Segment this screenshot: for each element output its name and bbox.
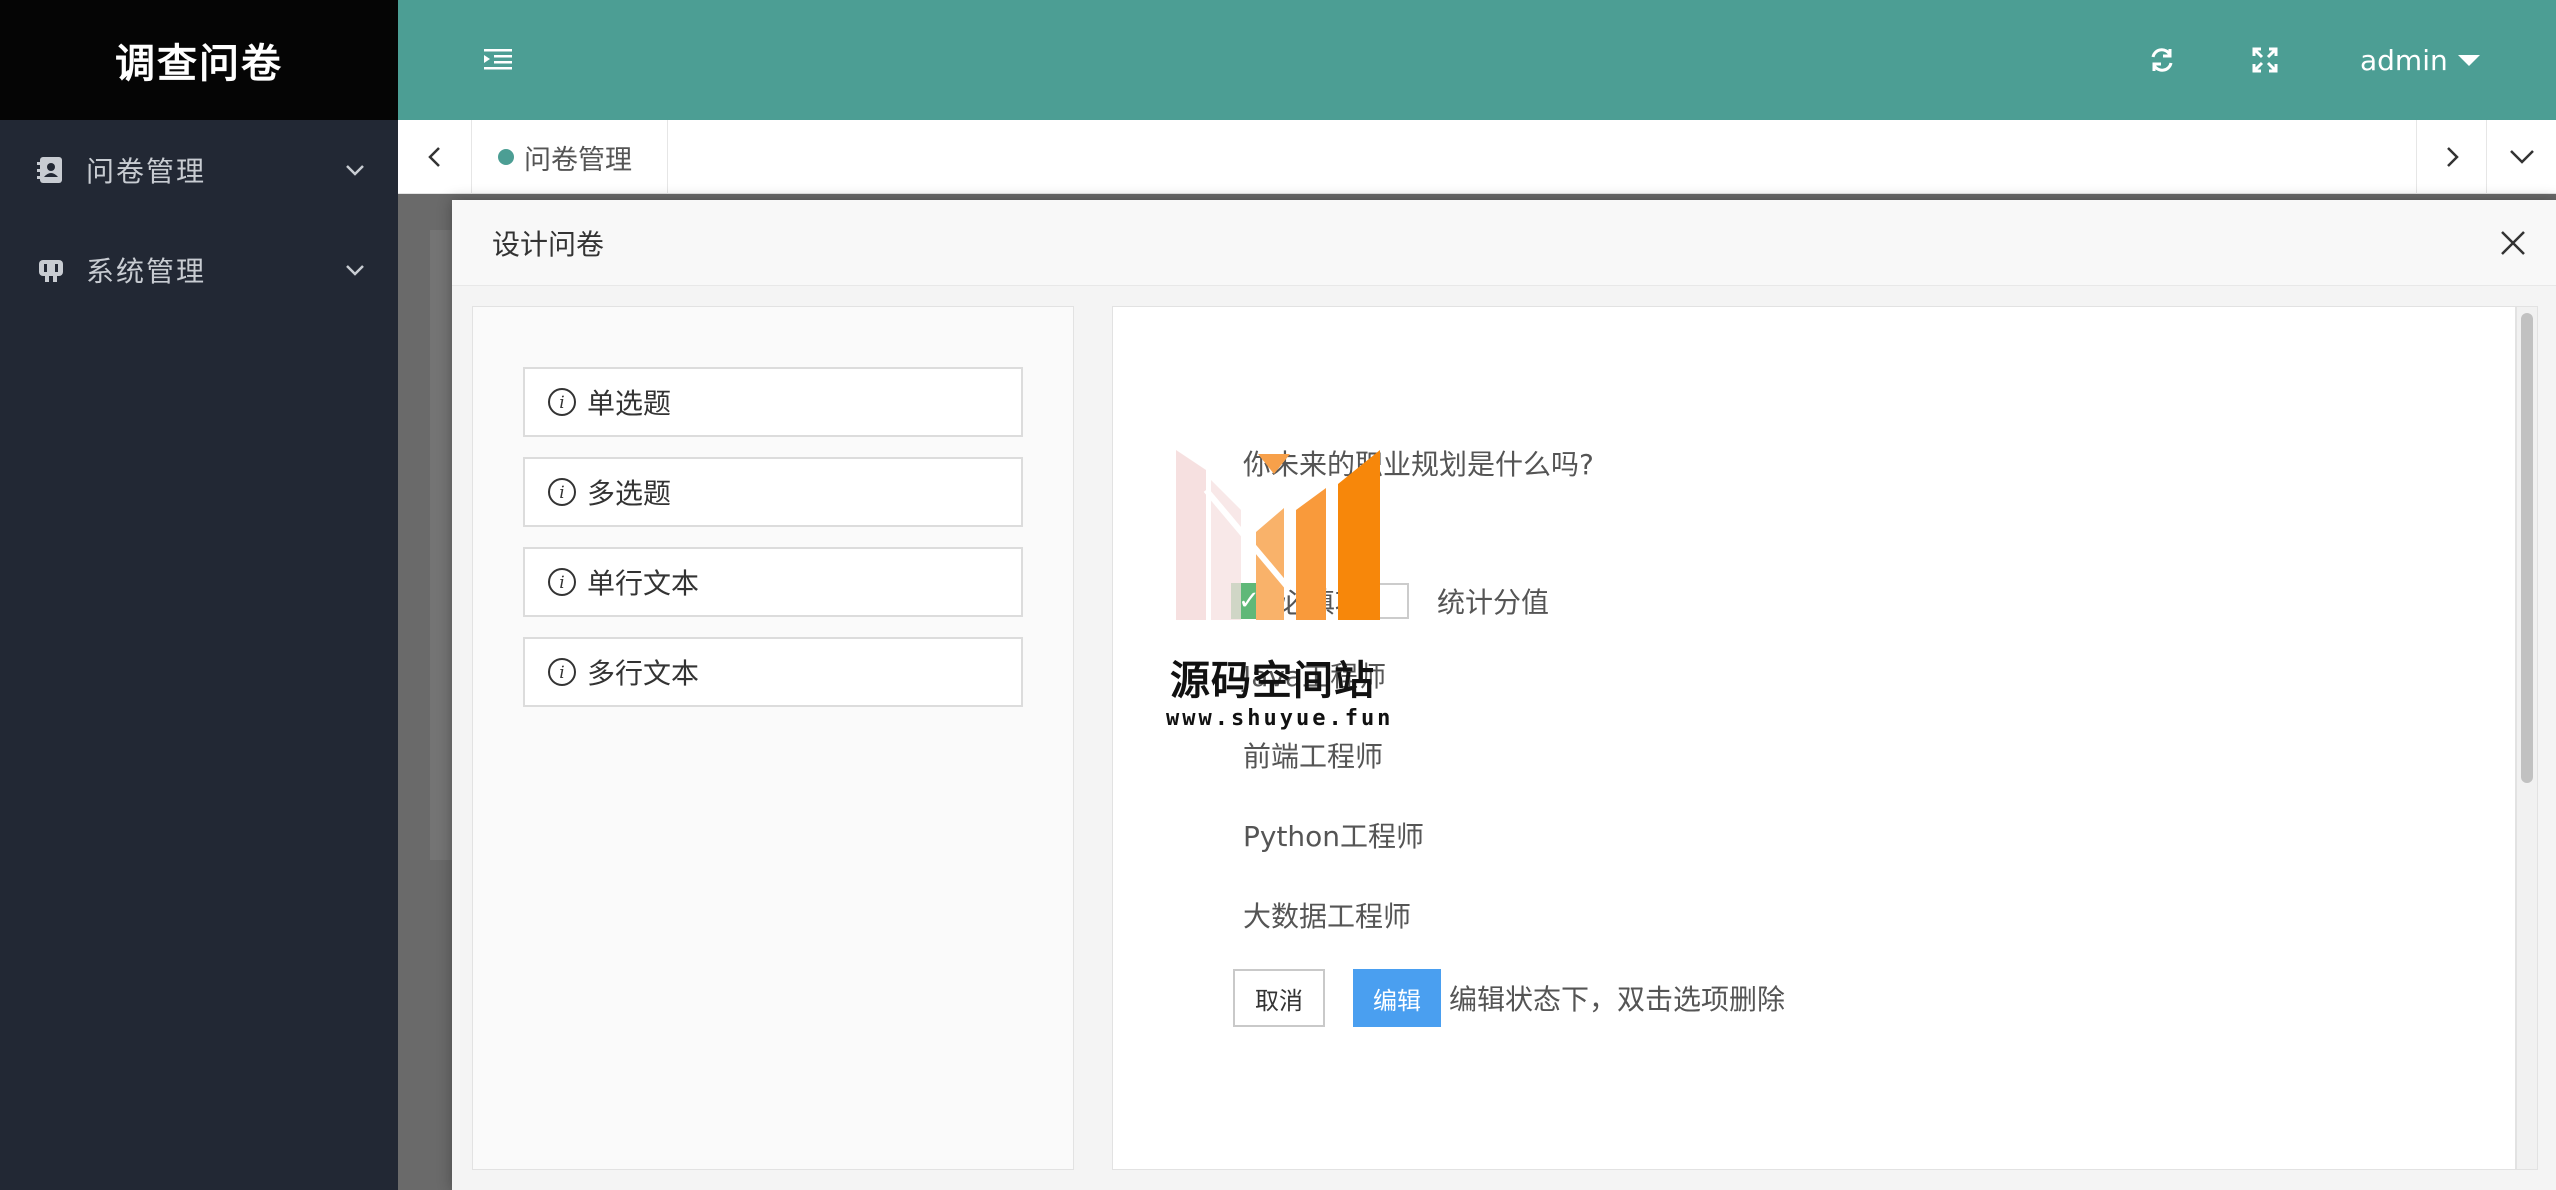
- sidebar-item-system-management[interactable]: 系统管理: [0, 220, 398, 320]
- user-menu[interactable]: admin: [2360, 40, 2480, 80]
- info-icon: i: [548, 478, 576, 506]
- chevron-right-icon: [2446, 147, 2459, 167]
- required-label: 必填项: [1279, 586, 1364, 619]
- tab-bar: 问卷管理: [398, 120, 2556, 194]
- refresh-icon[interactable]: [2148, 46, 2176, 74]
- active-dot: [498, 149, 514, 165]
- editor-actions: 取消 编辑 编辑状态下，双击选项删除: [1233, 969, 1785, 1027]
- caret-down-icon: [2457, 54, 2480, 66]
- question-type-multi-choice[interactable]: i 多选题: [523, 457, 1023, 527]
- info-icon: i: [548, 658, 576, 686]
- question-type-multi-line-text[interactable]: i 多行文本: [523, 637, 1023, 707]
- tab-options-button[interactable]: [2486, 120, 2556, 194]
- svg-text:i: i: [559, 483, 564, 503]
- question-type-label: 单选题: [587, 387, 672, 420]
- menu-indent-icon[interactable]: [482, 44, 514, 76]
- fullscreen-icon[interactable]: [2251, 46, 2279, 74]
- address-book-icon: [36, 155, 66, 185]
- required-checkbox[interactable]: [1231, 583, 1267, 619]
- username: admin: [2360, 43, 2448, 77]
- cancel-button[interactable]: 取消: [1233, 969, 1325, 1027]
- question-type-panel: i 单选题 i 多选题 i 单行文本 i 多行文本: [472, 306, 1074, 1170]
- modal-header: 设计问卷: [452, 200, 2556, 286]
- watermark-title: 源码空间站: [1170, 658, 1375, 704]
- chevron-down-icon: [2509, 150, 2534, 164]
- tab-scroll-right-button[interactable]: [2416, 120, 2486, 194]
- stat-score-checkbox[interactable]: [1373, 583, 1410, 619]
- question-type-label: 多行文本: [587, 657, 700, 690]
- close-icon[interactable]: [2498, 228, 2528, 258]
- watermark-url: www.shuyue.fun: [1166, 706, 1394, 731]
- scrollbar-thumb[interactable]: [2521, 313, 2533, 783]
- modal-title: 设计问卷: [492, 227, 605, 261]
- question-editor-panel: 你未来的职业规划是什么吗? 必填项 统计分值 Java工程师 前端工程师 Pyt…: [1112, 306, 2516, 1170]
- sidebar-item-survey-management[interactable]: 问卷管理: [0, 120, 398, 220]
- editor-scrollbar[interactable]: [2516, 306, 2538, 1170]
- option-item[interactable]: 前端工程师: [1243, 735, 1383, 775]
- question-type-label: 多选题: [587, 477, 672, 510]
- sidebar: 调查问卷 问卷管理 系统管理: [0, 0, 398, 1190]
- app-brand: 调查问卷: [0, 0, 398, 120]
- svg-text:i: i: [559, 663, 564, 683]
- stat-score-label: 统计分值: [1437, 586, 1550, 619]
- question-type-single-choice[interactable]: i 单选题: [523, 367, 1023, 437]
- tab-label: 问卷管理: [524, 144, 632, 176]
- chevron-down-icon: [342, 257, 368, 283]
- sidebar-item-label: 问卷管理: [86, 155, 207, 188]
- option-item[interactable]: 大数据工程师: [1243, 895, 1411, 935]
- chevron-left-icon: [427, 147, 440, 167]
- info-icon: i: [548, 388, 576, 416]
- question-type-label: 单行文本: [587, 567, 700, 600]
- design-survey-modal: 设计问卷 i 单选题 i 多选题 i 单行文本 i 多行文本 你未来的职业规划是…: [452, 200, 2556, 1190]
- edit-hint: 编辑状态下，双击选项删除: [1449, 983, 1786, 1016]
- top-header: admin: [398, 0, 2556, 120]
- question-settings-row: 必填项 统计分值: [1231, 583, 1559, 619]
- tab-survey-management[interactable]: 问卷管理: [472, 120, 668, 194]
- gamepad-icon: [36, 255, 66, 285]
- chevron-down-icon: [342, 157, 368, 183]
- question-type-single-line-text[interactable]: i 单行文本: [523, 547, 1023, 617]
- question-title[interactable]: 你未来的职业规划是什么吗?: [1243, 443, 1594, 483]
- tab-scroll-left-button[interactable]: [398, 120, 472, 194]
- svg-text:i: i: [559, 573, 564, 593]
- option-item[interactable]: Python工程师: [1243, 815, 1424, 855]
- edit-button[interactable]: 编辑: [1353, 969, 1441, 1027]
- info-icon: i: [548, 568, 576, 596]
- sidebar-item-label: 系统管理: [86, 255, 207, 288]
- svg-text:i: i: [559, 393, 564, 413]
